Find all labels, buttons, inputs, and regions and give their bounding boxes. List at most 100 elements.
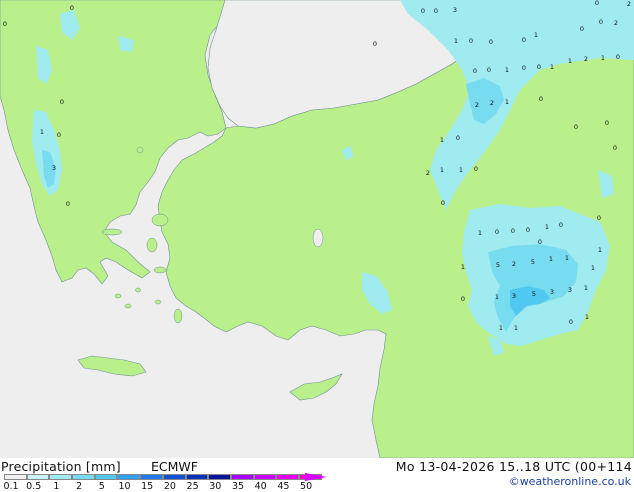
precip-value-label: 0 bbox=[522, 64, 526, 72]
precip-value-label: 0 bbox=[474, 165, 478, 173]
precip-value-label: 0 bbox=[569, 318, 573, 326]
precip-value-label: 0 bbox=[522, 36, 526, 44]
scale-tick-label: 15 bbox=[141, 481, 154, 492]
euboea-island bbox=[101, 228, 123, 236]
precip-value-label: 1 bbox=[440, 166, 444, 174]
scale-swatch bbox=[26, 474, 50, 480]
precip-value-label: 0 bbox=[57, 131, 61, 139]
precip-value-label: 1 bbox=[601, 54, 605, 62]
map-canvas: 000 0 30 20 20 1 0 0 0100 0 1 0 0 11 2 1 00 2 2 1 01 00 01 0032… bbox=[0, 0, 634, 459]
precip-value-label: 1 bbox=[454, 37, 458, 45]
precip-value-label: 0 bbox=[526, 226, 530, 234]
precip-value-label: 0 bbox=[538, 238, 542, 246]
rhodes-island bbox=[173, 308, 183, 324]
scale-swatch bbox=[117, 474, 141, 480]
precip-value-label: 0 bbox=[441, 199, 445, 207]
precip-value-label: 0 bbox=[537, 63, 541, 71]
precip-value-label: 0 bbox=[539, 95, 543, 103]
precip-value-label: 1 bbox=[459, 166, 463, 174]
scale-swatch bbox=[208, 474, 231, 480]
scale-tick-label: 2 bbox=[76, 481, 83, 492]
dodecanese-island bbox=[154, 299, 162, 305]
samos-island bbox=[153, 266, 167, 274]
precip-value-label: 1 bbox=[549, 255, 553, 263]
scale-swatch bbox=[94, 474, 118, 480]
precip-value-label: 0 bbox=[595, 0, 599, 7]
precip-value-label: 0 bbox=[70, 4, 74, 12]
scale-tick-label: 10 bbox=[118, 481, 131, 492]
scale-swatch bbox=[72, 474, 95, 480]
model-name: ECMWF bbox=[151, 459, 198, 474]
precip-value-label: 0 bbox=[489, 38, 493, 46]
scale-tick-label: 5 bbox=[98, 481, 105, 492]
precip-value-label: 0 bbox=[487, 66, 491, 74]
precip-value-label: 1 bbox=[598, 246, 602, 254]
scale-swatch bbox=[140, 474, 163, 480]
precip-value-label: 1 bbox=[505, 66, 509, 74]
precip-value-label: 0 bbox=[574, 123, 578, 131]
precip-value-label: 2 bbox=[614, 19, 618, 27]
scale-swatch bbox=[49, 474, 73, 480]
chios-island bbox=[146, 237, 158, 253]
precip-value-label: 1 bbox=[461, 263, 465, 271]
precip-value-label: 1 bbox=[591, 264, 595, 272]
map-footer: Precipitation [mm] ECMWF Mo 13-04-2026 1… bbox=[0, 458, 634, 492]
scale-swatch bbox=[230, 474, 254, 480]
precip-value-label: 2 bbox=[512, 260, 516, 268]
precip-value-label: 0 bbox=[66, 200, 70, 208]
cyclades-island bbox=[124, 303, 132, 309]
precip-value-label: 0 bbox=[60, 98, 64, 106]
precip-value-label: 0 bbox=[597, 214, 601, 222]
precip-value-label: 1 bbox=[568, 57, 572, 65]
precip-value-label: 0 bbox=[511, 227, 515, 235]
lesbos-island bbox=[151, 213, 169, 227]
scale-tick-label: 1 bbox=[53, 481, 60, 492]
scale-tick-label: 25 bbox=[186, 481, 199, 492]
precip-value-label: 3 bbox=[453, 6, 457, 14]
credit-link[interactable]: ©weatheronline.co.uk bbox=[509, 475, 631, 488]
precip-value-label: 0 bbox=[599, 18, 603, 26]
cyclades-island bbox=[135, 287, 141, 293]
precip-value-label: 5 bbox=[496, 261, 500, 269]
scale-swatch bbox=[185, 474, 209, 480]
precip-value-label: 1 bbox=[40, 128, 44, 136]
precip-value-label: 5 bbox=[532, 290, 536, 298]
precip-value-label: 1 bbox=[495, 293, 499, 301]
precip-value-label: 1 bbox=[550, 63, 554, 71]
precip-value-label: 5 bbox=[531, 258, 535, 266]
precip-value-label: 0 bbox=[613, 144, 617, 152]
scale-swatch bbox=[276, 474, 299, 480]
scale-swatch bbox=[4, 474, 27, 480]
precip-value-label: 0 bbox=[3, 20, 7, 28]
precip-value-label: 1 bbox=[499, 324, 503, 332]
precip-value-label: 2 bbox=[426, 169, 430, 177]
precip-value-label: 0 bbox=[373, 40, 377, 48]
precip-value-label: 3 bbox=[568, 286, 572, 294]
scale-arrow-icon bbox=[305, 473, 327, 481]
scale-tick-label: 45 bbox=[277, 481, 290, 492]
precip-value-label: 0 bbox=[421, 7, 425, 15]
precip-value-label: 3 bbox=[550, 288, 554, 296]
precip-value-label: 2 bbox=[627, 0, 631, 8]
precip-value-label: 2 bbox=[490, 99, 494, 107]
scale-swatch bbox=[253, 474, 277, 480]
precip-value-label: 2 bbox=[475, 101, 479, 109]
precip-value-label: 3 bbox=[512, 292, 516, 300]
thasos-island bbox=[136, 146, 144, 154]
precip-value-label: 1 bbox=[534, 31, 538, 39]
precip-value-label: 0 bbox=[559, 221, 563, 229]
valid-time: Mo 13-04-2026 15..18 UTC (00+114 bbox=[395, 459, 632, 474]
precip-value-label: 1 bbox=[584, 284, 588, 292]
precip-value-label: 0 bbox=[495, 228, 499, 236]
precip-value-label: 0 bbox=[605, 119, 609, 127]
precip-value-label: 0 bbox=[434, 7, 438, 15]
scale-tick-label: 20 bbox=[163, 481, 176, 492]
scale-tick-label: 40 bbox=[254, 481, 267, 492]
scale-swatch bbox=[162, 474, 186, 480]
precip-value-label: 0 bbox=[469, 37, 473, 45]
scale-tick-label: 35 bbox=[231, 481, 245, 492]
cyclades-island bbox=[114, 293, 122, 299]
color-scale bbox=[4, 474, 322, 480]
precip-value-label: 1 bbox=[514, 324, 518, 332]
precip-value-label: 1 bbox=[585, 313, 589, 321]
